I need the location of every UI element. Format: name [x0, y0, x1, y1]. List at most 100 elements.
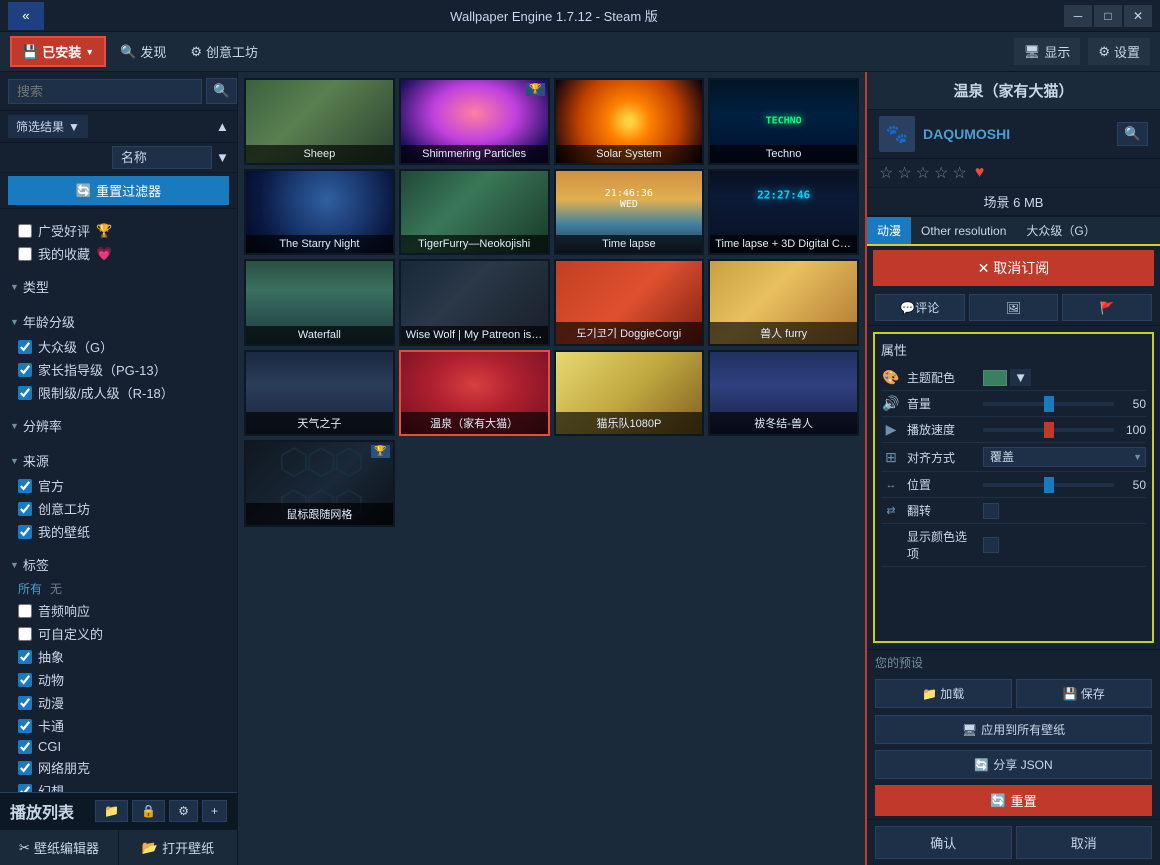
tag-animal-cb[interactable]	[18, 673, 32, 687]
source-official[interactable]: 官方	[10, 474, 227, 497]
load-preset-btn[interactable]: 📁 加载	[875, 679, 1012, 708]
tag-animal[interactable]: 动物	[10, 668, 227, 691]
tag-abstract[interactable]: 抽象	[10, 645, 227, 668]
editor-btn[interactable]: ✂ 壁纸编辑器	[0, 830, 119, 865]
grid-item-solar[interactable]: Solar System	[554, 78, 705, 165]
display-btn[interactable]: 🖥 显示	[1014, 38, 1081, 65]
speed-slider[interactable]	[983, 428, 1114, 432]
grid-item-timelapse3d[interactable]: 22:27:46Time lapse + 3D Digital Clock	[708, 169, 859, 256]
tag-audio-cb[interactable]	[18, 604, 32, 618]
confirm-btn[interactable]: 确认	[875, 826, 1012, 859]
source-section-title[interactable]: 来源	[10, 447, 227, 474]
age-pg-checkbox[interactable]	[18, 363, 32, 377]
screenshot-btn[interactable]: 🖼	[969, 294, 1059, 321]
resolution-section-title[interactable]: 分辨率	[10, 412, 227, 439]
color-swatch[interactable]	[983, 370, 1007, 386]
close-btn[interactable]: ✕	[1124, 5, 1152, 27]
search-input[interactable]	[8, 79, 202, 104]
source-workshop[interactable]: 创意工坊	[10, 497, 227, 520]
tags-section-title[interactable]: 标签	[10, 551, 227, 578]
comment-btn[interactable]: 💬 评论	[875, 294, 965, 321]
flip-checkbox[interactable]	[983, 503, 999, 519]
tag-custom-cb[interactable]	[18, 627, 32, 641]
flag-btn[interactable]: 🚩	[1062, 294, 1152, 321]
tag-cgi[interactable]: CGI	[10, 737, 227, 756]
grid-item-timelapse[interactable]: 21:46:36WEDTime lapse	[554, 169, 705, 256]
tag-cyberpunk[interactable]: 网络朋克	[10, 756, 227, 779]
grid-item-sheep[interactable]: Sheep	[244, 78, 395, 165]
playlist-add-btn[interactable]: +	[202, 800, 227, 822]
discover-btn[interactable]: 🔍 发现	[110, 38, 176, 65]
source-mine-checkbox[interactable]	[18, 525, 32, 539]
source-mine[interactable]: 我的壁纸	[10, 520, 227, 543]
grid-item-techno[interactable]: TECHNOTechno	[708, 78, 859, 165]
tag-cyberpunk-cb[interactable]	[18, 761, 32, 775]
grid-item-waterfall[interactable]: Waterfall	[244, 259, 395, 346]
age-g-checkbox[interactable]	[18, 340, 32, 354]
rp-search-author-btn[interactable]: 🔍	[1117, 122, 1148, 146]
search-btn[interactable]: 🔍	[206, 78, 237, 104]
grid-item-doggi[interactable]: 도기코기 DoggieCorgi	[554, 259, 705, 346]
tag-anime-cb[interactable]	[18, 696, 32, 710]
playlist-gear-btn[interactable]: ⚙	[169, 800, 198, 822]
grid-item-winter[interactable]: 祓冬结-兽人	[708, 350, 859, 437]
sort-select[interactable]: 名称	[112, 146, 212, 169]
sort-arrow-btn[interactable]: ▼	[216, 150, 229, 165]
nav-back-btn[interactable]: «	[8, 2, 44, 30]
cancel-btn[interactable]: 取消	[1016, 826, 1153, 859]
tag-cartoon[interactable]: 卡通	[10, 714, 227, 737]
favorite-btn[interactable]: ♥	[975, 164, 985, 182]
tag-audio[interactable]: 音频响应	[10, 599, 227, 622]
sidebar-item-favorites[interactable]: 我的收藏 💗	[10, 242, 227, 265]
tag-custom[interactable]: 可自定义的	[10, 622, 227, 645]
tag-abstract-cb[interactable]	[18, 650, 32, 664]
grid-item-mouse[interactable]: ⬡⬡⬡⬡⬡⬡鼠标跟随网格🏆	[244, 440, 395, 527]
apply-all-btn[interactable]: 🖥 应用到所有壁纸	[875, 715, 1152, 744]
tag-fantasy[interactable]: 幻想	[10, 779, 227, 792]
tab-anime[interactable]: 动漫	[867, 217, 911, 244]
minimize-btn[interactable]: ─	[1064, 5, 1092, 27]
favorites-checkbox[interactable]	[18, 247, 32, 261]
position-slider[interactable]	[983, 483, 1114, 487]
grid-item-shimmering[interactable]: Shimmering Particles🏆	[399, 78, 550, 165]
source-workshop-checkbox[interactable]	[18, 502, 32, 516]
grid-item-starry[interactable]: The Starry Night	[244, 169, 395, 256]
grid-item-furry[interactable]: 兽人 furry	[708, 259, 859, 346]
tags-all-btn[interactable]: 所有	[18, 580, 42, 597]
show-color-checkbox[interactable]	[983, 537, 999, 553]
grid-item-cat[interactable]: 猫乐队1080P	[554, 350, 705, 437]
playlist-folder-btn[interactable]: 📁	[95, 800, 128, 822]
grid-item-weather[interactable]: 天气之子	[244, 350, 395, 437]
reset-btn[interactable]: 🔄 重置	[875, 785, 1152, 816]
playlist-lock-btn[interactable]: 🔒	[132, 800, 165, 822]
grid-item-onsen[interactable]: 温泉（家有大猫）	[399, 350, 550, 437]
sidebar-item-rating[interactable]: 广受好评 🏆	[10, 219, 227, 242]
volume-slider[interactable]	[983, 402, 1114, 406]
age-g[interactable]: 大众级（G）	[10, 335, 227, 358]
settings-btn[interactable]: ⚙ 设置	[1088, 38, 1150, 65]
maximize-btn[interactable]: □	[1094, 5, 1122, 27]
tag-cgi-cb[interactable]	[18, 740, 32, 754]
age-section-title[interactable]: 年龄分级	[10, 308, 227, 335]
save-preset-btn[interactable]: 💾 保存	[1016, 679, 1153, 708]
open-wallpaper-btn[interactable]: 📂 打开壁纸	[119, 830, 237, 865]
workshop-btn[interactable]: ⚙ 创意工坊	[180, 38, 268, 65]
tab-rating-g[interactable]: 大众级（G）	[1016, 217, 1105, 244]
reset-filter-btn[interactable]: 🔄 重置过滤器	[8, 176, 229, 205]
tags-none-btn[interactable]: 无	[50, 580, 62, 597]
source-official-checkbox[interactable]	[18, 479, 32, 493]
grid-item-tiger[interactable]: TigerFurry—Neokojishi	[399, 169, 550, 256]
align-select[interactable]: 覆盖 居中 拉伸	[983, 447, 1146, 467]
age-r-checkbox[interactable]	[18, 386, 32, 400]
tag-fantasy-cb[interactable]	[18, 784, 32, 793]
installed-btn[interactable]: 💾 已安装 ▼	[10, 36, 106, 67]
tag-anime[interactable]: 动漫	[10, 691, 227, 714]
color-arrow-btn[interactable]: ▼	[1010, 369, 1031, 386]
age-pg[interactable]: 家长指导级（PG-13）	[10, 358, 227, 381]
share-json-btn[interactable]: 🔄 分享 JSON	[875, 750, 1152, 779]
tag-cartoon-cb[interactable]	[18, 719, 32, 733]
tab-other-resolution[interactable]: Other resolution	[911, 217, 1016, 244]
type-section-title[interactable]: 类型	[10, 273, 227, 300]
sort-up-btn[interactable]: ▲	[216, 119, 229, 134]
age-r[interactable]: 限制级/成人级（R-18）	[10, 381, 227, 404]
